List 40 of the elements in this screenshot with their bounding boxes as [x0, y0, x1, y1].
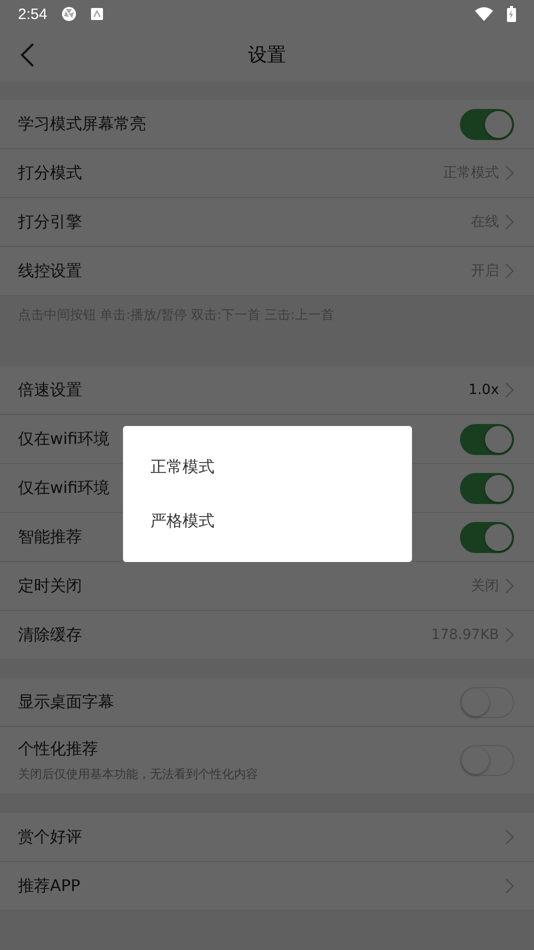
toggle-switch[interactable]: [460, 424, 514, 454]
dialog-option[interactable]: 严格模式: [122, 494, 412, 548]
aperture-icon: [61, 6, 78, 22]
wifi-icon: [475, 7, 493, 21]
toggle-switch[interactable]: [460, 522, 514, 552]
setting-label: 学习模式屏幕常亮: [18, 114, 147, 134]
setting-label: 赏个好评: [18, 826, 83, 848]
setting-label: 仅在wifi环境: [18, 428, 111, 450]
setting-label: 仅在wifi环境: [18, 478, 111, 498]
setting-label: 清除缓存: [18, 624, 83, 646]
dialog-option[interactable]: 正常模式: [122, 440, 412, 494]
status-time: 2:54: [18, 6, 48, 22]
toggle-switch[interactable]: [460, 472, 514, 504]
back-icon[interactable]: [20, 43, 34, 67]
setting-label: 定时关闭: [18, 576, 83, 596]
chevron-icon: [505, 627, 514, 643]
setting-label: 打分模式: [18, 162, 83, 184]
chevron-icon: [505, 878, 514, 894]
setting-label: 推荐APP: [18, 876, 82, 896]
battery-icon: [507, 6, 516, 22]
setting-label: 个性化推荐: [18, 738, 99, 760]
chevron-icon: [505, 214, 514, 230]
setting-label: 智能推荐: [18, 526, 83, 548]
settings-row[interactable]: 显示桌面字幕: [0, 678, 534, 727]
toggle-switch[interactable]: [460, 108, 514, 140]
settings-row[interactable]: 推荐APP: [0, 862, 534, 911]
chevron-icon: [505, 382, 514, 398]
settings-row[interactable]: 学习模式屏幕常亮: [0, 100, 534, 149]
chevron-icon: [505, 165, 514, 181]
setting-label: 线控设置: [18, 260, 83, 282]
chevron-icon: [505, 829, 514, 845]
setting-label: 倍速设置: [18, 380, 83, 400]
setting-label: 打分引擎: [18, 212, 83, 232]
page-title: 设置: [248, 43, 286, 68]
settings-row[interactable]: 倍速设置 1.0x: [0, 366, 534, 415]
setting-value: 1.0x: [468, 382, 499, 398]
chevron-icon: [505, 263, 514, 279]
settings-row[interactable]: 赏个好评: [0, 813, 534, 862]
chevron-icon: [505, 578, 514, 594]
setting-label: 显示桌面字幕: [18, 692, 115, 712]
